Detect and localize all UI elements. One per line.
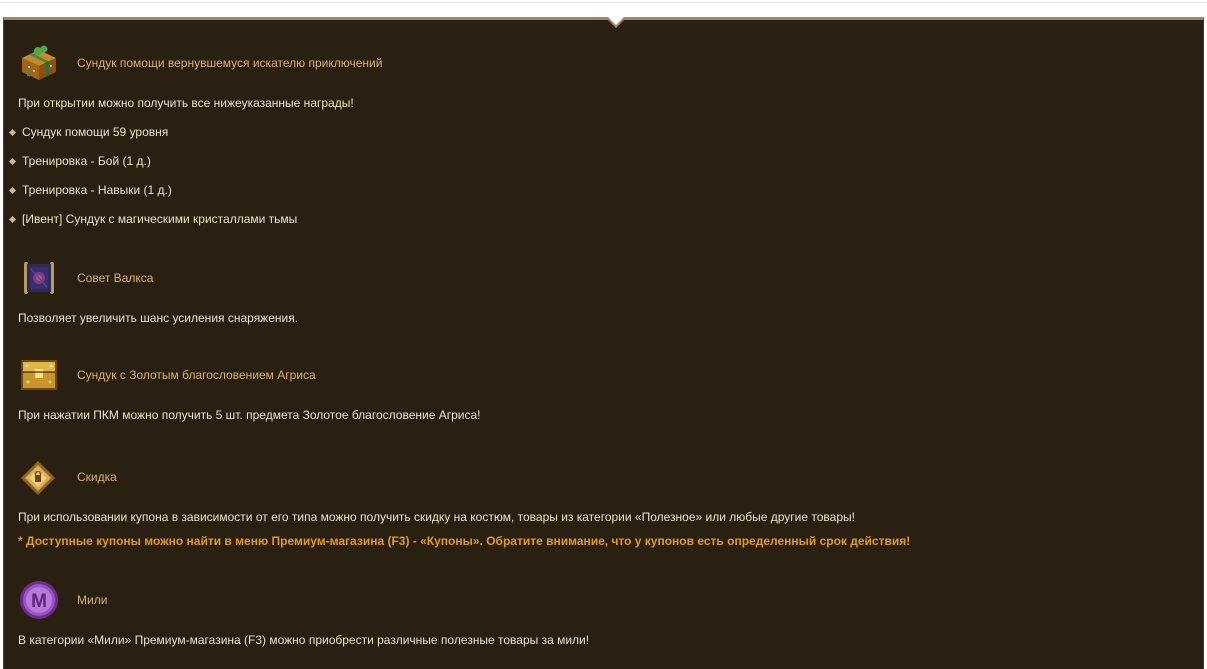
coupon-warning-note: * Доступные купоны можно найти в меню Пр… <box>18 534 911 548</box>
item-title: Сундук помощи вернувшемуся искателю прик… <box>77 56 383 70</box>
bullet-icon <box>8 128 17 136</box>
item-description: Позволяет увеличить шанс усиления снаряж… <box>18 311 299 325</box>
item-title: Скидка <box>77 470 117 484</box>
item-description: В категории «Мили» Премиум-магазина (F3)… <box>18 633 590 647</box>
reward-list-item: [Ивент] Сундук с магическими кристаллами… <box>8 212 297 226</box>
reward-list-item: Сундук помощи 59 уровня <box>8 125 168 139</box>
golden-chest-icon <box>18 354 60 396</box>
gift-chest-icon <box>18 42 60 84</box>
coupon-icon <box>18 456 60 498</box>
scroll-icon <box>18 257 60 299</box>
top-divider <box>0 2 1207 3</box>
item-header-discount: Скидка <box>18 456 117 498</box>
item-description: При использовании купона в зависимости о… <box>18 510 855 524</box>
bullet-icon <box>8 215 17 223</box>
item-header-miles: M Мили <box>18 579 107 621</box>
bullet-icon <box>8 186 17 194</box>
item-header-valks-advice: Совет Валкса <box>18 257 153 299</box>
item-description: При открытии можно получить все нижеуказ… <box>18 96 354 110</box>
item-header-returnee-chest: Сундук помощи вернувшемуся искателю прик… <box>18 42 382 84</box>
item-description: При нажатии ПКМ можно получить 5 шт. пре… <box>18 408 481 422</box>
miles-coin-icon: M <box>18 579 60 621</box>
item-title: Совет Валкса <box>77 271 154 285</box>
item-title: Сундук с Золотым благословением Агриса <box>77 368 316 382</box>
item-title: Мили <box>77 593 108 607</box>
reward-list-item: Тренировка - Бой (1 д.) <box>8 154 151 168</box>
item-info-panel <box>3 17 1204 669</box>
item-header-golden-chest: Сундук с Золотым благословением Агриса <box>18 354 316 396</box>
reward-list-item: Тренировка - Навыки (1 д.) <box>8 183 172 197</box>
panel-notch-inner <box>608 17 624 25</box>
miles-coin-letter: M <box>31 591 47 612</box>
bullet-icon <box>8 157 17 165</box>
